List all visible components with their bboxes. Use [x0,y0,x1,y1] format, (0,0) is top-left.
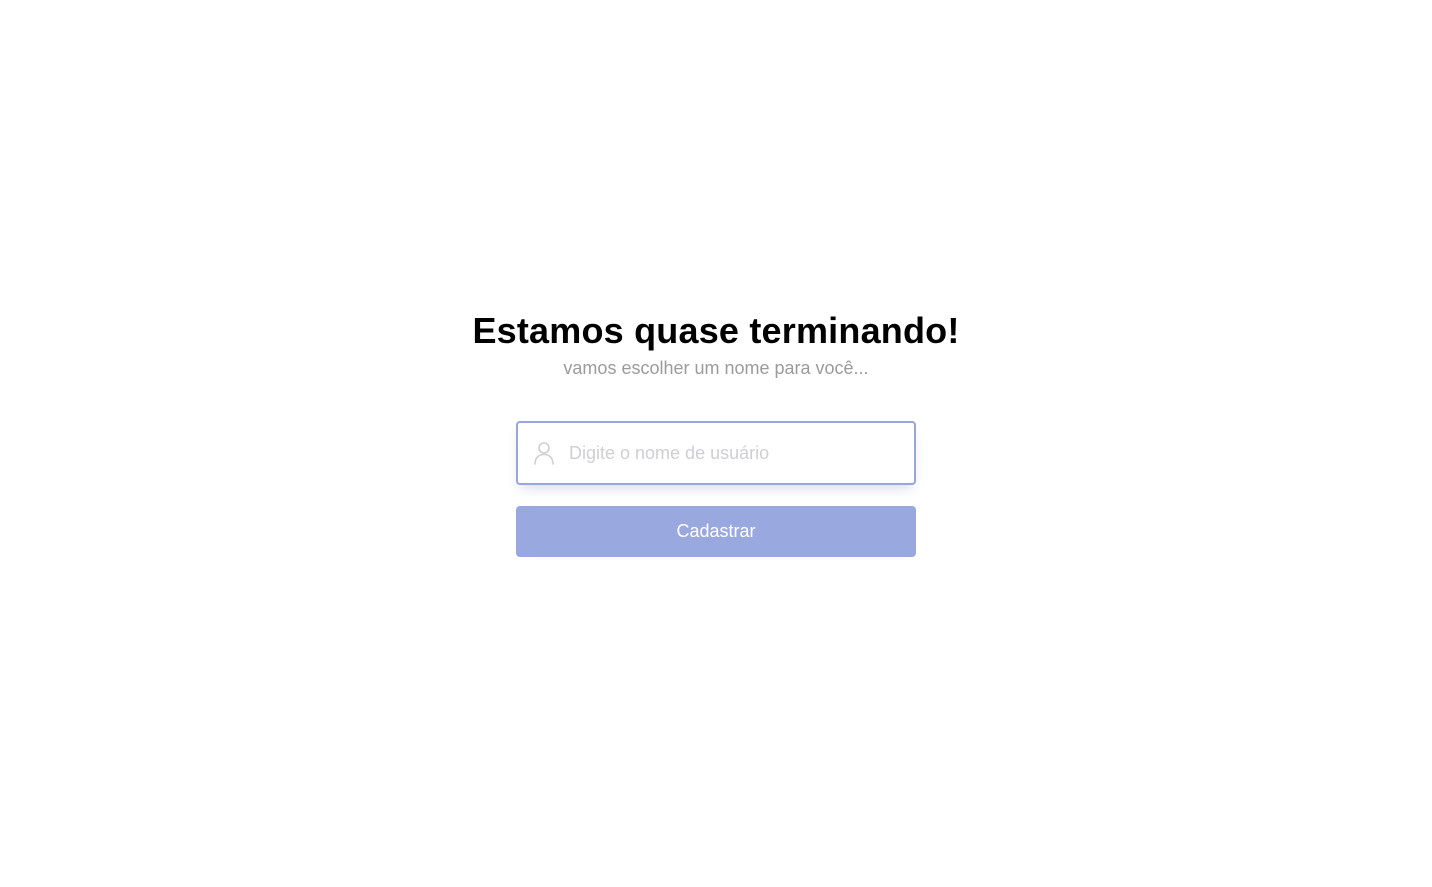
page: Estamos quase terminando! vamos escolher… [0,0,1432,887]
username-input[interactable] [569,433,914,473]
register-button[interactable]: Cadastrar [516,506,916,557]
username-field[interactable] [516,421,916,485]
page-title: Estamos quase terminando! [472,310,960,351]
username-form: Cadastrar [516,421,916,557]
page-subtitle: vamos escolher um nome para você... [563,358,869,378]
user-icon [533,441,555,465]
signup-card: Estamos quase terminando! vamos escolher… [0,308,1432,557]
